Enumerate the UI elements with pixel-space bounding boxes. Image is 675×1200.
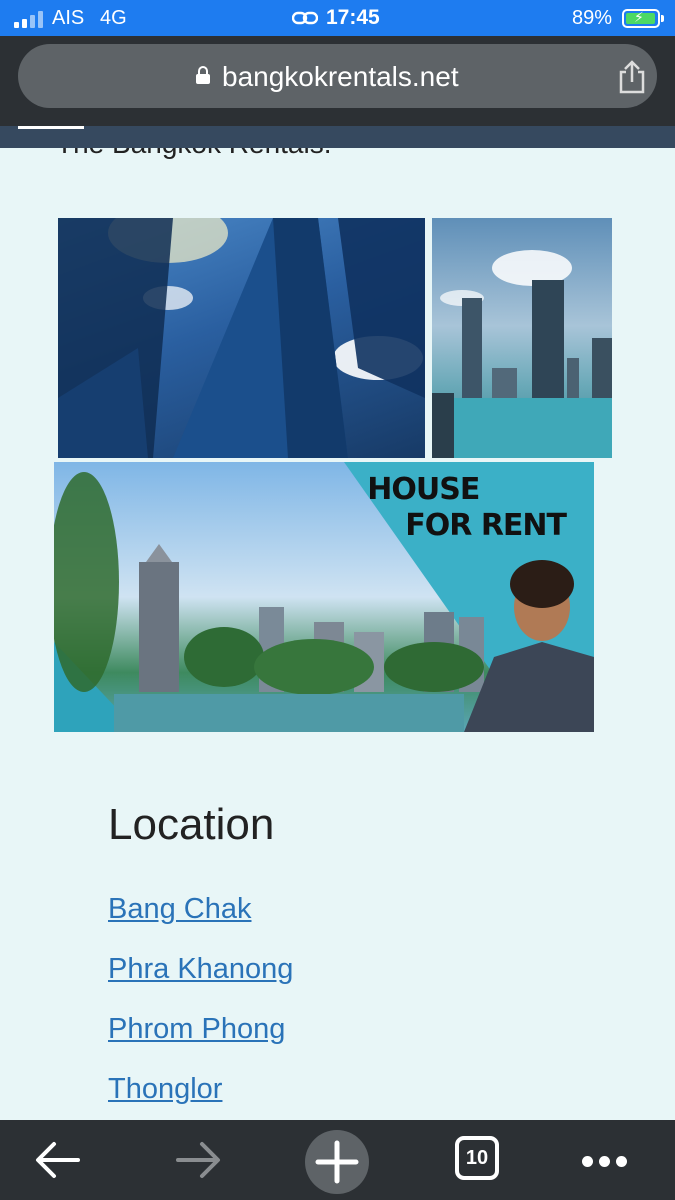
- share-icon[interactable]: [616, 60, 648, 94]
- site-nav-strip: [0, 126, 675, 148]
- location-link-bang-chak[interactable]: Bang Chak: [108, 893, 252, 926]
- address-bar[interactable]: bangkokrentals.net: [18, 44, 657, 108]
- rooftop-pool-photo: [432, 218, 612, 458]
- browser-address-area: bangkokrentals.net: [0, 36, 675, 126]
- status-bar: AIS 4G 17:45 89% ⚡: [0, 0, 675, 36]
- house-for-rent-heading: HOUSE FOR RENT: [367, 472, 567, 544]
- banner-line-1: HOUSE: [367, 472, 480, 507]
- browser-toolbar: 10: [0, 1120, 675, 1200]
- arrow-left-icon: [36, 1142, 80, 1178]
- battery-percent: 89%: [572, 7, 613, 29]
- skyscraper-photo: [58, 218, 425, 458]
- more-button[interactable]: [578, 1120, 634, 1200]
- new-tab-button[interactable]: [305, 1130, 369, 1194]
- tab-switcher-button[interactable]: 10: [455, 1136, 499, 1180]
- url-text[interactable]: bangkokrentals.net: [222, 61, 459, 93]
- location-heading: Location: [108, 800, 275, 849]
- forward-button[interactable]: [170, 1120, 226, 1200]
- banner-line-2: FOR RENT: [405, 508, 567, 543]
- location-link-phrom-phong[interactable]: Phrom Phong: [108, 1013, 285, 1046]
- nav-active-indicator: [18, 126, 84, 129]
- network-type: 4G: [100, 7, 127, 29]
- location-link-phra-khanong[interactable]: Phra Khanong: [108, 953, 293, 986]
- link-icon: [292, 11, 318, 25]
- battery-icon: ⚡: [622, 9, 664, 28]
- more-dots-icon: [582, 1154, 633, 1172]
- arrow-right-icon: [176, 1142, 220, 1178]
- clock: 17:45: [326, 6, 380, 29]
- location-link-thonglor[interactable]: Thonglor: [108, 1073, 222, 1106]
- lock-icon: [196, 66, 210, 84]
- signal-strength-icon: [14, 10, 44, 28]
- charging-bolt-icon: ⚡: [634, 9, 644, 25]
- carrier-name: AIS: [52, 7, 85, 29]
- back-button[interactable]: [30, 1120, 86, 1200]
- plus-icon: [315, 1140, 359, 1184]
- house-for-rent-banner: HOUSE FOR RENT: [54, 462, 594, 732]
